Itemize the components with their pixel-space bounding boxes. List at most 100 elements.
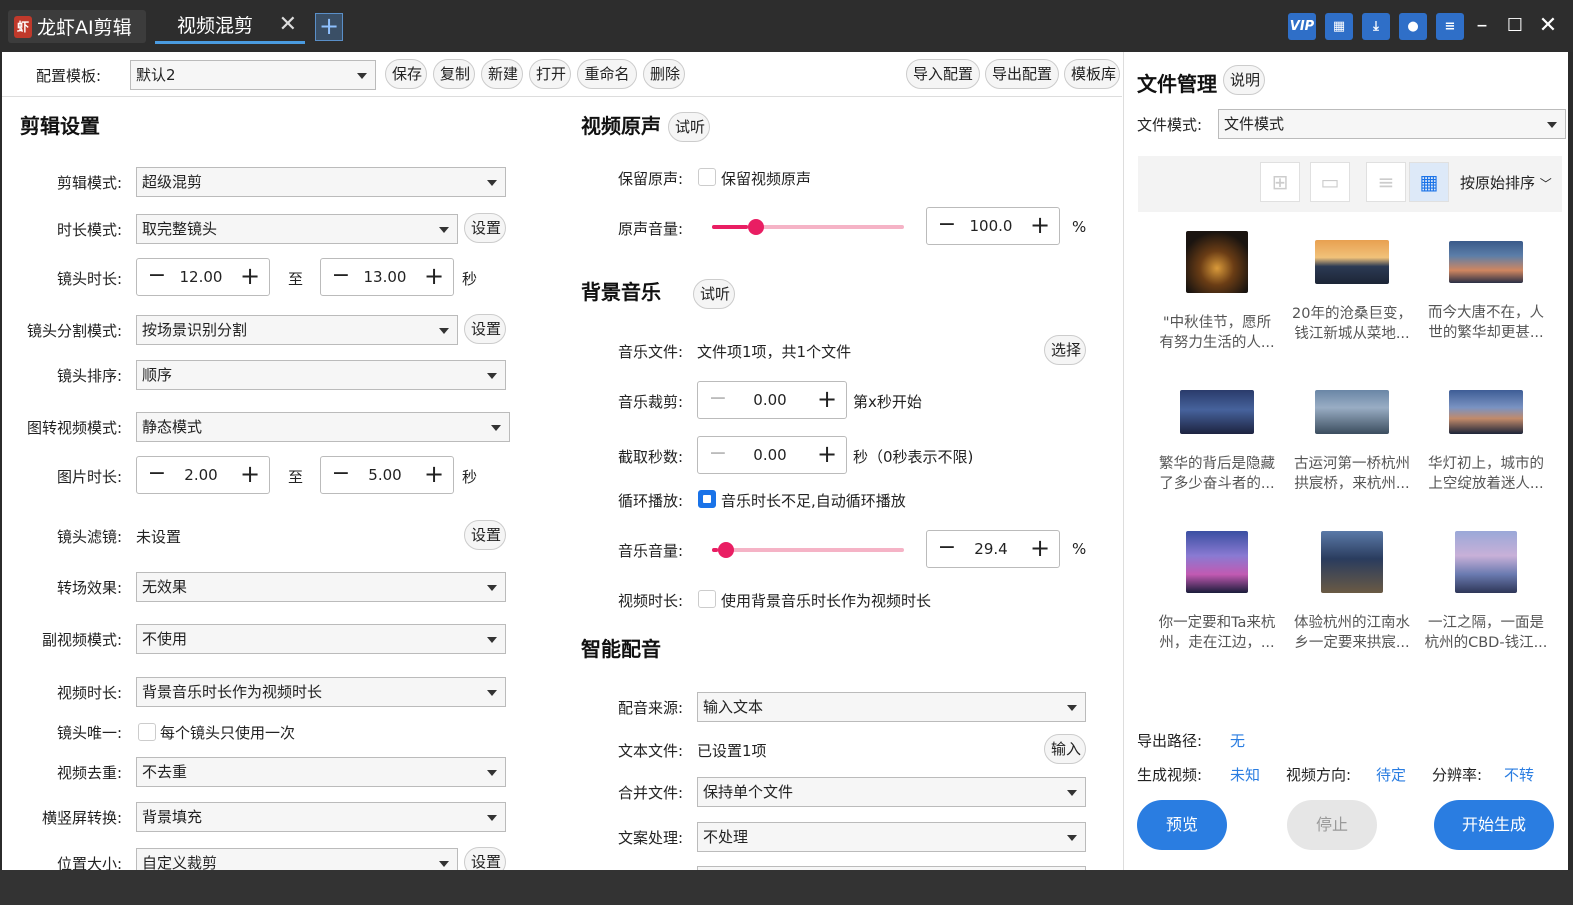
original-volume-stepper[interactable]: −100.0 +	[926, 207, 1060, 245]
resolution-value[interactable]: 不转	[1504, 764, 1534, 785]
save-button[interactable]: 保存	[385, 59, 427, 89]
generated-video-value[interactable]: 未知	[1230, 764, 1260, 785]
grid-view-icon[interactable]: ▦	[1409, 162, 1449, 202]
bgm-listen-button[interactable]: 试听	[693, 279, 735, 309]
unique-shot-checkbox[interactable]	[138, 723, 156, 741]
text-input-button[interactable]: 输入	[1044, 734, 1086, 764]
minus-icon[interactable]: −	[937, 531, 957, 567]
file-mode-select[interactable]: 文件模式	[1218, 109, 1566, 139]
original-audio-listen-button[interactable]: 试听	[668, 112, 710, 142]
file-thumbnail[interactable]: 古运河第一桥杭州 拱宸桥，来杭州...	[1289, 381, 1415, 494]
minus-icon[interactable]: −	[147, 259, 167, 295]
minus-icon[interactable]: −	[147, 457, 167, 493]
file-thumbnail[interactable]: "中秋佳节，愿所 有努力生活的人...	[1154, 231, 1280, 353]
file-thumbnail[interactable]: 华灯初上，城市的 上空绽放着迷人...	[1423, 381, 1549, 494]
file-thumbnail[interactable]: 繁华的背后是隐藏 了多少奋斗者的...	[1154, 381, 1280, 494]
bgm-video-length-checkbox[interactable]	[698, 590, 716, 608]
filter-settings-button[interactable]: 设置	[464, 520, 506, 550]
duration-mode-select[interactable]: 取完整镜头	[136, 214, 458, 244]
rename-button[interactable]: 重命名	[577, 59, 637, 89]
menu-icon[interactable]: ≡	[1436, 13, 1464, 40]
cut-seconds-value[interactable]: 0.00	[728, 437, 812, 473]
original-volume-value[interactable]: 100.0	[957, 208, 1025, 244]
copy-process-select[interactable]: 不处理	[697, 822, 1086, 852]
tab-video-mix[interactable]: 视频混剪 ✕	[155, 8, 305, 44]
maximize-icon[interactable]: ☐	[1500, 10, 1530, 42]
open-button[interactable]: 打开	[529, 59, 571, 89]
add-tab-button[interactable]: +	[315, 13, 343, 41]
plus-icon[interactable]: +	[816, 437, 838, 473]
minus-icon[interactable]: −	[937, 208, 957, 244]
export-path-value[interactable]: 无	[1230, 730, 1245, 751]
file-thumbnail[interactable]: 20年的沧桑巨变， 钱江新城从菜地...	[1289, 231, 1415, 344]
preview-button[interactable]: 预览	[1137, 800, 1227, 850]
transition-select[interactable]: 无效果	[136, 572, 506, 602]
slider-knob[interactable]	[718, 542, 734, 558]
image-length-min-stepper[interactable]: −2.00 +	[136, 456, 270, 494]
plus-icon[interactable]: +	[423, 259, 445, 295]
orientation-select[interactable]: 背景填充	[136, 802, 506, 832]
add-file-icon[interactable]: ⊞	[1260, 162, 1300, 202]
sort-select[interactable]: 按原始排序 ﹀	[1460, 172, 1552, 193]
loop-checkbox[interactable]	[698, 490, 716, 508]
user-icon[interactable]: ●	[1399, 13, 1427, 40]
app-tab[interactable]: 虾 龙虾AI剪辑	[8, 10, 146, 43]
shot-length-min-value[interactable]: 12.00	[167, 259, 235, 295]
cut-seconds-stepper[interactable]: −0.00 +	[697, 436, 847, 474]
shot-length-min-stepper[interactable]: −12.00 +	[136, 258, 270, 296]
file-thumbnail[interactable]: 体验杭州的江南水 乡一定要来拱宸...	[1289, 531, 1415, 653]
shot-length-max-value[interactable]: 13.00	[351, 259, 419, 295]
position-size-settings-button[interactable]: 设置	[464, 847, 506, 870]
music-trim-stepper[interactable]: −0.00 +	[697, 381, 847, 419]
add-folder-icon[interactable]: ▭	[1310, 162, 1350, 202]
delete-button[interactable]: 删除	[643, 59, 685, 89]
subvideo-select[interactable]: 不使用	[136, 624, 506, 654]
merge-file-select[interactable]: 保持单个文件	[697, 777, 1086, 807]
music-trim-value[interactable]: 0.00	[728, 382, 812, 418]
image-length-max-value[interactable]: 5.00	[351, 457, 419, 493]
split-mode-select[interactable]: 按场景识别分割	[136, 315, 458, 345]
minus-icon[interactable]: −	[331, 259, 351, 295]
split-mode-settings-button[interactable]: 设置	[464, 314, 506, 344]
file-thumbnail[interactable]: 而今大唐不在，人 世的繁华却更甚...	[1423, 231, 1549, 343]
plus-icon[interactable]: +	[239, 457, 261, 493]
minus-icon[interactable]: −	[331, 457, 351, 493]
dub-source-select[interactable]: 输入文本	[697, 692, 1086, 722]
copy-button[interactable]: 复制	[433, 59, 475, 89]
start-generate-button[interactable]: 开始生成	[1434, 800, 1554, 850]
download-icon[interactable]: ⤓	[1362, 13, 1390, 40]
slider-knob[interactable]	[748, 219, 764, 235]
edit-mode-select[interactable]: 超级混剪	[136, 167, 506, 197]
video-direction-value[interactable]: 待定	[1376, 764, 1406, 785]
stop-button[interactable]: 停止	[1287, 800, 1377, 850]
plus-icon[interactable]: +	[1029, 531, 1051, 567]
plus-icon[interactable]: +	[423, 457, 445, 493]
layout-icon[interactable]: ▦	[1325, 13, 1353, 40]
shot-order-select[interactable]: 顺序	[136, 360, 506, 390]
export-config-button[interactable]: 导出配置	[985, 59, 1059, 89]
file-thumbnail[interactable]: 你一定要和Ta来杭 州，走在江边，...	[1154, 531, 1280, 653]
file-thumbnail[interactable]: 一江之隔，一面是 杭州的CBD-钱江...	[1423, 531, 1549, 653]
position-size-select[interactable]: 自定义裁剪	[136, 848, 458, 870]
import-config-button[interactable]: 导入配置	[906, 59, 980, 89]
plus-icon[interactable]: +	[239, 259, 261, 295]
minimize-icon[interactable]: –	[1467, 10, 1497, 42]
keep-audio-checkbox[interactable]	[698, 168, 716, 186]
list-view-icon[interactable]: ≡	[1366, 162, 1406, 202]
config-select[interactable]: 默认2	[130, 60, 376, 90]
close-tab-icon[interactable]: ✕	[279, 12, 297, 37]
img2video-select[interactable]: 静态模式	[136, 412, 510, 442]
plus-icon[interactable]: +	[1029, 208, 1051, 244]
template-library-button[interactable]: 模板库	[1064, 59, 1120, 89]
new-button[interactable]: 新建	[481, 59, 523, 89]
close-window-icon[interactable]: ✕	[1533, 10, 1563, 42]
original-volume-slider[interactable]	[712, 219, 904, 235]
music-volume-stepper[interactable]: −29.4 +	[926, 530, 1060, 568]
minus-icon[interactable]: −	[708, 437, 728, 473]
image-length-max-stepper[interactable]: −5.00 +	[320, 456, 454, 494]
music-file-select-button[interactable]: 选择	[1044, 335, 1086, 365]
video-length-select[interactable]: 背景音乐时长作为视频时长	[136, 677, 506, 707]
music-volume-value[interactable]: 29.4	[957, 531, 1025, 567]
plus-icon[interactable]: +	[816, 382, 838, 418]
minus-icon[interactable]: −	[708, 382, 728, 418]
